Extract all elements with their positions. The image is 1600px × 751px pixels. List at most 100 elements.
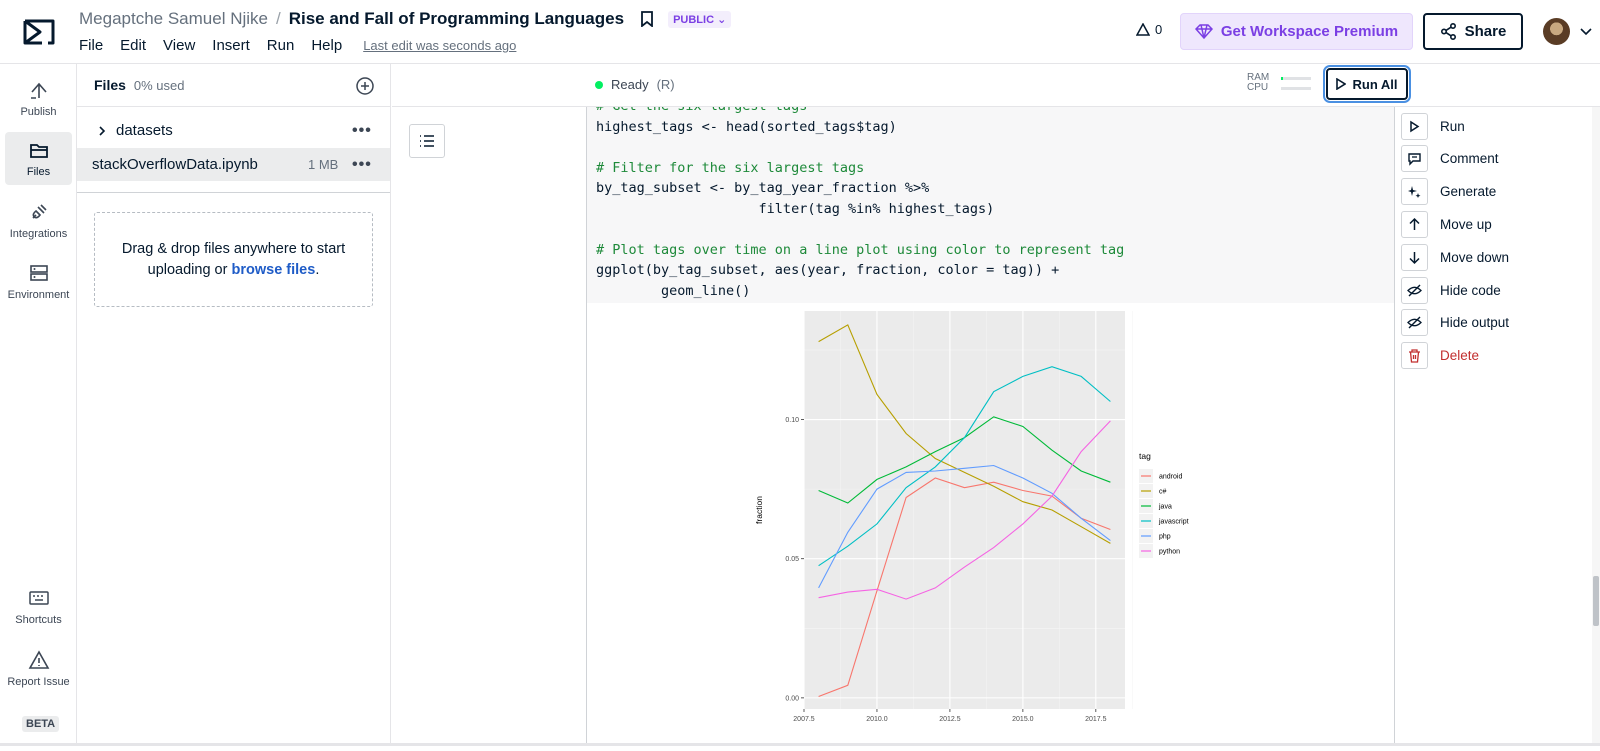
scrollbar-thumb[interactable] — [1593, 576, 1599, 626]
eye-off-icon — [1401, 309, 1428, 337]
menu-run[interactable]: Run — [267, 37, 295, 54]
code-line: filter(tag %in% highest_tags) — [596, 200, 995, 217]
last-edit-link[interactable]: Last edit was seconds ago — [363, 38, 516, 53]
x-tick-label: 2017.5 — [1085, 716, 1107, 723]
bookmark-icon[interactable] — [640, 11, 654, 27]
cell-menu-delete[interactable]: Delete — [1397, 341, 1592, 371]
premium-label: Get Workspace Premium — [1220, 23, 1399, 40]
cell-menu-run[interactable]: Run — [1397, 111, 1592, 141]
nav-environment-label: Environment — [7, 289, 70, 301]
play-icon — [1336, 78, 1347, 90]
notebook-title[interactable]: Rise and Fall of Programming Languages — [289, 9, 624, 29]
visibility-badge[interactable]: PUBLIC ⌄ — [668, 10, 732, 28]
legend-label: javascript — [1158, 519, 1189, 526]
kernel-state: Ready — [611, 77, 649, 92]
datacamp-logo-icon[interactable] — [22, 18, 56, 46]
cell-menu-label: Move up — [1440, 216, 1492, 232]
code-line: by_tag_subset <- by_tag_year_fraction %>… — [596, 180, 930, 196]
folder-more-icon[interactable]: ••• — [352, 122, 372, 140]
file-size: 1 MB — [308, 157, 339, 172]
folder-icon — [29, 144, 48, 158]
y-tick-label: 0.10 — [785, 417, 799, 424]
cell-menu-hide-output[interactable]: Hide output — [1397, 308, 1592, 338]
run-all-button[interactable]: Run All — [1323, 65, 1411, 103]
play-icon — [1401, 112, 1428, 140]
get-premium-button[interactable]: Get Workspace Premium — [1180, 13, 1413, 50]
legend-label: android — [1159, 474, 1182, 481]
x-tick-label: 2010.0 — [866, 716, 888, 723]
publish-icon — [30, 82, 47, 99]
code-comment-line: # Filter for the six largest tags — [596, 159, 865, 176]
nav-report-issue[interactable]: Report Issue — [5, 642, 72, 695]
user-avatar[interactable] — [1543, 18, 1570, 45]
ram-bar-fill — [1281, 77, 1283, 80]
nav-shortcuts-label: Shortcuts — [15, 614, 62, 626]
files-panel: Files 0% used datasets ••• stackOverflow… — [77, 64, 391, 746]
folder-row-datasets[interactable]: datasets ••• — [77, 114, 390, 147]
nav-files[interactable]: Files — [5, 132, 72, 185]
chevron-right-icon[interactable] — [96, 125, 108, 137]
code-comment-line: # Plot tags over time on a line plot usi… — [596, 241, 1125, 258]
code-editor[interactable]: # Get the six largest tagshighest_tags <… — [587, 107, 1394, 303]
nav-files-label: Files — [26, 166, 51, 178]
scrollbar-track[interactable] — [1592, 107, 1600, 746]
cell-menu-hide-code[interactable]: Hide code — [1397, 275, 1592, 305]
cell-menu-comment[interactable]: Comment — [1397, 144, 1592, 174]
plot-panel — [804, 311, 1125, 709]
x-tick-label: 2012.5 — [939, 716, 961, 723]
panel-divider — [77, 192, 390, 193]
file-more-icon[interactable]: ••• — [352, 156, 372, 174]
alerts-indicator[interactable]: 0 — [1136, 22, 1162, 37]
menu-edit[interactable]: Edit — [120, 37, 146, 54]
menu-insert[interactable]: Insert — [212, 37, 250, 54]
share-icon — [1440, 23, 1456, 40]
cell-menu-move-down[interactable]: Move down — [1397, 242, 1592, 272]
menu-file[interactable]: File — [79, 37, 103, 54]
code-line: ggplot(by_tag_subset, aes(year, fraction… — [596, 262, 1060, 278]
ggplot-line-chart: 2007.5 2010.0 2012.5 2015.0 2017.5 0.00 0.05 0.… — [754, 311, 1189, 723]
file-row[interactable]: stackOverflowData.ipynb 1 MB ••• — [77, 148, 390, 181]
add-file-icon[interactable] — [356, 77, 374, 95]
status-dot — [595, 80, 603, 89]
dropzone-end: . — [315, 262, 320, 278]
browse-files-link[interactable]: browse files — [232, 262, 316, 278]
arrow-up-icon — [1401, 210, 1428, 238]
chevron-down-icon[interactable] — [1580, 26, 1592, 36]
cpu-label: CPU — [1247, 82, 1269, 93]
nav-publish-label: Publish — [20, 106, 57, 118]
cpu-bar — [1281, 87, 1311, 90]
workspace-owner[interactable]: Megaptche Samuel Njike — [79, 9, 268, 29]
warning-icon — [28, 650, 49, 669]
alerts-count: 0 — [1155, 22, 1163, 37]
kernel-status: Ready (R) — [595, 77, 675, 92]
code-cell[interactable]: # Get the six largest tagshighest_tags <… — [586, 107, 1395, 746]
nav-integrations[interactable]: Integrations — [5, 194, 72, 247]
plot-output: 2007.5 2010.0 2012.5 2015.0 2017.5 0.00 0.05 0.… — [747, 303, 1207, 746]
cell-menu-move-up[interactable]: Move up — [1397, 209, 1592, 239]
nav-shortcuts[interactable]: Shortcuts — [5, 580, 72, 633]
upload-dropzone[interactable]: Drag & drop files anywhere to start uplo… — [94, 212, 373, 307]
diamond-icon — [1194, 24, 1213, 39]
top-bar: Megaptche Samuel Njike / Rise and Fall o… — [0, 0, 1600, 64]
cell-menu-label: Comment — [1440, 151, 1499, 167]
legend-label: c# — [1159, 489, 1167, 496]
menu-view[interactable]: View — [163, 37, 195, 54]
nav-environment[interactable]: Environment — [5, 255, 72, 308]
menu-help[interactable]: Help — [311, 37, 342, 54]
legend-label: java — [1158, 504, 1172, 511]
breadcrumb-separator: / — [275, 9, 281, 28]
arrow-down-icon — [1401, 243, 1428, 271]
comment-icon — [1401, 145, 1428, 173]
cell-menu-generate[interactable]: Generate — [1397, 177, 1592, 207]
legend-label: python — [1159, 549, 1180, 556]
cell-menu-label: Hide output — [1440, 315, 1510, 331]
folder-name: datasets — [116, 122, 173, 139]
code-comment-line: # Get the six largest tags — [596, 107, 1394, 117]
share-button[interactable]: Share — [1423, 13, 1523, 50]
file-name: stackOverflowData.ipynb — [92, 156, 258, 173]
nav-publish[interactable]: Publish — [5, 72, 72, 125]
table-of-contents-button[interactable] — [409, 124, 445, 158]
list-icon — [420, 135, 434, 147]
